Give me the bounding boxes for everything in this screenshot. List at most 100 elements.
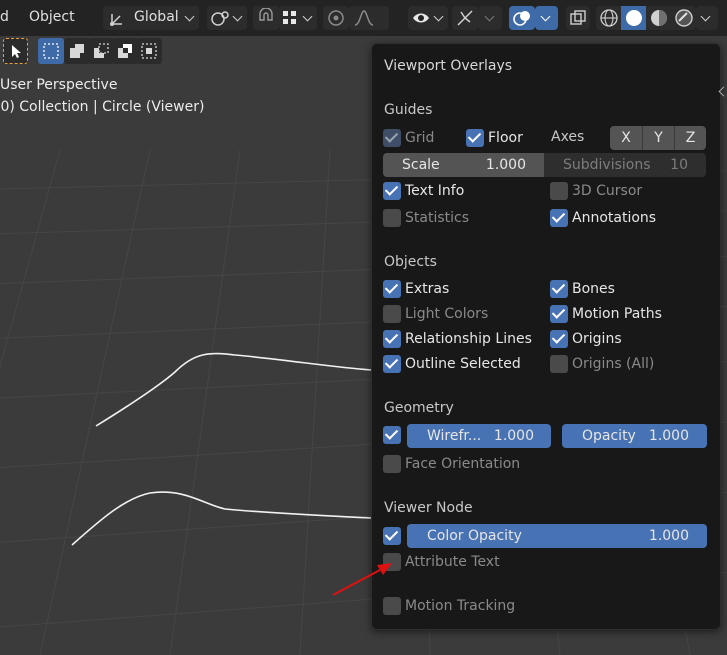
shading-rendered-button[interactable]: [671, 6, 696, 30]
origins-label: Origins: [572, 331, 622, 347]
chevron-down-icon: [433, 11, 444, 22]
checkbox-box: [383, 129, 401, 147]
grid-subdivisions-field[interactable]: Subdivisions 10: [544, 153, 706, 177]
select-tool-button[interactable]: [3, 38, 28, 64]
pivot-point-icon: [211, 11, 229, 26]
origins-checkbox[interactable]: Origins: [550, 329, 622, 349]
checkbox-box: [383, 355, 401, 373]
text-info-checkbox[interactable]: Text Info: [383, 181, 464, 201]
select-intersect-button[interactable]: [136, 38, 162, 64]
wireframe-opacity-field[interactable]: Opacity 1.000: [562, 424, 707, 448]
proportional-falloff-dropdown[interactable]: [349, 6, 389, 30]
select-new-button[interactable]: [38, 38, 64, 64]
select-new-icon: [43, 43, 59, 59]
visibility-dropdown[interactable]: [408, 6, 448, 30]
chevron-down-icon: [540, 11, 551, 22]
popover-title: Viewport Overlays: [384, 58, 513, 74]
cursor-arrow-icon: [12, 45, 21, 58]
section-viewer-node-heading: Viewer Node: [384, 500, 473, 516]
chevron-down-icon: [484, 11, 495, 22]
shading-wireframe-button[interactable]: [596, 6, 621, 30]
grid-checkbox[interactable]: Grid: [383, 128, 434, 148]
pivot-point-dropdown[interactable]: [207, 6, 247, 30]
xray-toggle[interactable]: [566, 6, 590, 30]
chevron-down-icon: [232, 11, 243, 22]
gizmo-toggle[interactable]: [452, 6, 478, 30]
attribute-text-checkbox[interactable]: Attribute Text: [383, 552, 500, 572]
proportional-editing-toggle[interactable]: [323, 6, 349, 30]
origins-all-checkbox[interactable]: Origins (All): [550, 354, 654, 374]
face-orientation-checkbox[interactable]: Face Orientation: [383, 454, 520, 474]
checkbox-box: [550, 182, 568, 200]
wireframe-sphere-icon: [600, 9, 618, 27]
face-orientation-label: Face Orientation: [405, 456, 521, 472]
eye-icon: [413, 13, 429, 23]
attribute-text-label: Attribute Text: [405, 554, 500, 570]
magnet-icon: [259, 8, 273, 21]
checkbox-box: [550, 209, 568, 227]
viewport-header: d Object Global: [0, 0, 727, 36]
select-extend-button[interactable]: [64, 38, 90, 64]
axis-x-toggle[interactable]: X: [610, 126, 642, 150]
menu-item-object[interactable]: Object: [29, 9, 75, 25]
floor-checkbox[interactable]: Floor: [466, 128, 523, 148]
shading-material-button[interactable]: [646, 6, 671, 30]
statistics-checkbox[interactable]: Statistics: [383, 208, 469, 228]
wireframe-opacity-label: Opacity: [582, 428, 636, 444]
select-invert-button[interactable]: [112, 38, 138, 64]
falloff-curve-icon: [354, 10, 374, 26]
grid-label: Grid: [405, 130, 435, 146]
overlays-icon: [513, 11, 530, 26]
viewer-color-checkbox[interactable]: [383, 526, 405, 546]
chevron-down-icon: [184, 11, 195, 22]
annotations-checkbox[interactable]: Annotations: [550, 208, 656, 228]
select-intersect-icon: [141, 43, 157, 59]
viewer-color-opacity-field[interactable]: Color Opacity 1.000: [407, 524, 707, 548]
annotations-label: Annotations: [572, 210, 657, 226]
grid-scale-field[interactable]: Scale 1.000: [383, 153, 544, 177]
grid-scale-label: Scale: [402, 157, 440, 173]
select-subtract-button[interactable]: [88, 38, 114, 64]
extras-checkbox[interactable]: Extras: [383, 279, 449, 299]
chevron-down-icon: [302, 11, 313, 22]
overlays-toggle[interactable]: [509, 6, 535, 30]
checkbox-box: [383, 182, 401, 200]
grid-scale-value: 1.000: [485, 157, 526, 173]
relationship-lines-checkbox[interactable]: Relationship Lines: [383, 329, 532, 349]
grid-subdivisions-value: 10: [670, 157, 688, 173]
select-invert-icon: [118, 44, 132, 58]
snap-target-dropdown[interactable]: [279, 6, 317, 30]
relationship-lines-label: Relationship Lines: [405, 331, 532, 347]
solid-sphere-icon: [626, 10, 642, 26]
chevron-down-icon: [700, 11, 711, 22]
checkbox-box: [383, 527, 401, 545]
outline-selected-checkbox[interactable]: Outline Selected: [383, 354, 521, 374]
motion-paths-checkbox[interactable]: Motion Paths: [550, 304, 662, 324]
wireframe-checkbox[interactable]: [383, 425, 405, 445]
checkbox-box: [550, 330, 568, 348]
menu-item-add-fragment[interactable]: d: [0, 9, 9, 25]
section-objects-heading: Objects: [384, 254, 437, 270]
light-colors-checkbox[interactable]: Light Colors: [383, 304, 488, 324]
gizmo-dropdown[interactable]: [478, 6, 502, 30]
bones-checkbox[interactable]: Bones: [550, 279, 615, 299]
3d-cursor-checkbox[interactable]: 3D Cursor: [550, 181, 642, 201]
axis-z-toggle[interactable]: Z: [674, 126, 706, 150]
motion-paths-label: Motion Paths: [572, 306, 662, 322]
checkbox-box: [550, 355, 568, 373]
axis-y-toggle[interactable]: Y: [642, 126, 674, 150]
overlays-dropdown[interactable]: [535, 6, 558, 30]
wireframe-threshold-field[interactable]: Wirefr... 1.000: [407, 424, 551, 448]
shading-options-dropdown[interactable]: [696, 6, 718, 30]
checkbox-box: [383, 209, 401, 227]
viewer-color-opacity-label: Color Opacity: [427, 528, 522, 544]
rendered-sphere-icon: [675, 9, 693, 27]
shading-solid-button[interactable]: [621, 6, 646, 30]
motion-tracking-checkbox[interactable]: Motion Tracking: [383, 596, 515, 616]
snap-toggle[interactable]: [253, 6, 279, 30]
section-geometry-heading: Geometry: [384, 400, 454, 416]
transform-orientation-dropdown[interactable]: Global: [103, 6, 199, 30]
extras-label: Extras: [405, 281, 450, 297]
motion-tracking-label: Motion Tracking: [405, 598, 516, 614]
xray-icon: [570, 10, 586, 25]
